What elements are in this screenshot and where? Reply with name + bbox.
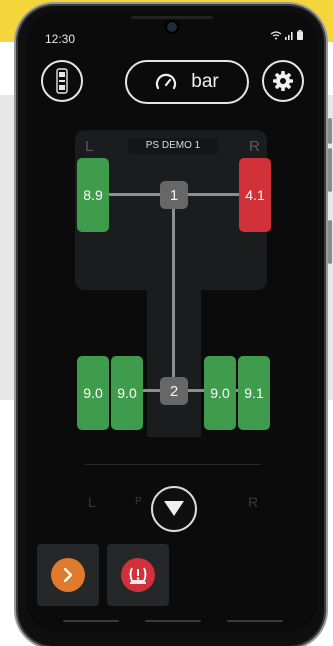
chevron-right-icon bbox=[63, 568, 73, 582]
tire-axle1-left[interactable]: 8.9 bbox=[77, 158, 109, 232]
speedometer-icon bbox=[156, 73, 177, 90]
unit-label: bar bbox=[191, 71, 219, 92]
nav-recents[interactable] bbox=[227, 620, 283, 622]
vehicle-name: PS DEMO 1 bbox=[128, 138, 218, 154]
second-left-label: L bbox=[88, 494, 96, 510]
axle-1-node: 1 bbox=[160, 181, 188, 209]
expand-button[interactable] bbox=[151, 486, 197, 532]
phone-power-button bbox=[328, 220, 332, 264]
signal-icon bbox=[285, 31, 293, 40]
unit-selector[interactable]: bar bbox=[125, 60, 249, 104]
vehicle-select-button[interactable] bbox=[41, 60, 83, 102]
chevron-down-icon bbox=[164, 501, 184, 516]
next-button[interactable] bbox=[51, 558, 85, 592]
phone-volume-down bbox=[328, 148, 332, 192]
battery-icon bbox=[297, 30, 303, 40]
tpms-tile[interactable] bbox=[107, 544, 169, 606]
earpiece bbox=[131, 16, 213, 19]
status-icons bbox=[270, 30, 303, 40]
tpms-button[interactable] bbox=[121, 558, 155, 592]
gear-icon bbox=[273, 71, 293, 91]
section-divider bbox=[85, 464, 261, 465]
next-tile[interactable] bbox=[37, 544, 99, 606]
status-time: 12:30 bbox=[45, 32, 76, 46]
phone-volume-up bbox=[328, 118, 332, 144]
tpms-icon bbox=[129, 567, 147, 584]
wifi-icon bbox=[270, 30, 282, 39]
tire-axle2-right-inner[interactable]: 9.0 bbox=[204, 356, 236, 430]
right-side-label: R bbox=[249, 138, 260, 155]
vehicle-icon bbox=[56, 68, 68, 94]
tire-axle2-right-outer[interactable]: 9.1 bbox=[238, 356, 270, 430]
tire-axle2-left-inner[interactable]: 9.0 bbox=[111, 356, 143, 430]
nav-back[interactable] bbox=[63, 620, 119, 622]
front-camera bbox=[167, 22, 177, 32]
nav-home[interactable] bbox=[145, 620, 201, 622]
axle-2-node: 2 bbox=[160, 377, 188, 405]
second-right-label: R bbox=[248, 494, 259, 510]
system-nav-bar bbox=[27, 612, 317, 632]
tire-axle1-right[interactable]: 4.1 bbox=[239, 158, 271, 232]
left-side-label: L bbox=[85, 138, 94, 155]
tire-axle2-left-outer[interactable]: 9.0 bbox=[77, 356, 109, 430]
driveshaft-line bbox=[172, 194, 175, 390]
settings-button[interactable] bbox=[262, 60, 304, 102]
app-screen: 12:30 bar PS DEMO 1 L R 8.9 1 4.1 9.0 9.… bbox=[27, 12, 317, 632]
